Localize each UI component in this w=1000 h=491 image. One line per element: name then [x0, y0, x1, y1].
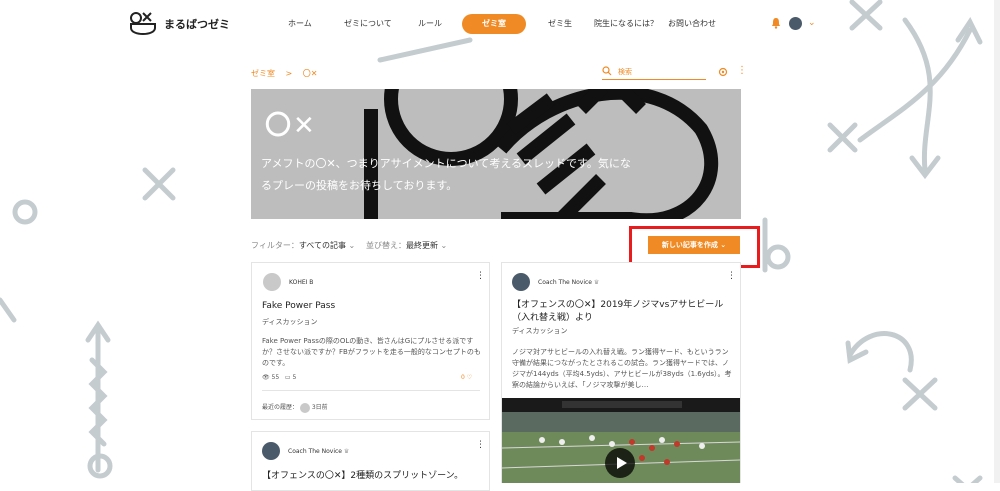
- likes-count: 0: [461, 374, 465, 381]
- site-header: まるばつゼミ ホーム ゼミについて ルール ゼミ室 ゼミ生 院生になるには？ お…: [0, 0, 1000, 48]
- like-control[interactable]: 0 ♡: [461, 374, 472, 381]
- breadcrumb-separator: >: [285, 69, 293, 78]
- filter-label: フィルター：: [251, 241, 299, 250]
- author-avatar[interactable]: [263, 273, 281, 291]
- background-doodles: [0, 0, 983, 483]
- site-logo[interactable]: [128, 8, 158, 38]
- page-scrollbar[interactable]: [994, 0, 1000, 483]
- breadcrumb-root[interactable]: ゼミ室: [251, 69, 275, 78]
- post-title[interactable]: 【オフェンスの〇✕】2種類のスプリットゾーン。: [262, 470, 463, 483]
- search-icon: [602, 66, 612, 76]
- post-title[interactable]: Fake Power Pass: [262, 300, 335, 313]
- search-input[interactable]: 検索: [602, 64, 706, 80]
- post-author-name[interactable]: Coach The Novice: [288, 448, 342, 455]
- post-category[interactable]: ディスカッション: [262, 317, 318, 327]
- chevron-down-icon: ⌄: [440, 241, 448, 250]
- post-excerpt: ノジマ対アサヒビールの入れ替え戦。ラン獲得ヤード、もというラン守備が結果につなが…: [512, 348, 732, 389]
- post-card[interactable]: Coach The Novice ♛ ⋮ 【オフェンスの〇✕】2種類のスプリット…: [251, 431, 490, 491]
- heart-icon[interactable]: ♡: [467, 374, 472, 381]
- nav-graduate[interactable]: 院生になるには？: [594, 14, 658, 34]
- post-category[interactable]: ディスカッション: [512, 326, 568, 336]
- hero-description: アメフトの〇✕、つまりアサイメントについて考えるスレッドです。気になるプレーの投…: [261, 157, 631, 192]
- breadcrumb-current: 〇✕: [302, 69, 318, 78]
- more-options-icon[interactable]: ⋮: [737, 66, 747, 76]
- breadcrumb: ゼミ室 > 〇✕: [251, 68, 326, 79]
- activity-avatar[interactable]: [299, 402, 310, 413]
- activity-time: 3日前: [311, 404, 328, 411]
- crown-icon: ♛: [343, 448, 350, 455]
- chevron-down-icon[interactable]: ⌄: [808, 18, 816, 28]
- hero-banner: 〇✕ アメフトの〇✕、つまりアサイメントについて考えるスレッドです。気になるプレ…: [251, 89, 741, 219]
- user-avatar[interactable]: [789, 17, 802, 30]
- filter-value[interactable]: すべての記事: [299, 241, 346, 250]
- brand-name[interactable]: まるばつゼミ: [164, 16, 230, 32]
- nav-members[interactable]: ゼミ生: [548, 14, 572, 34]
- activity-label: 最近の履歴：: [262, 404, 299, 411]
- filter-dropdown[interactable]: フィルター：すべての記事 ⌄: [251, 240, 355, 251]
- post-author[interactable]: Coach The Novice ♛: [288, 448, 349, 455]
- search-placeholder: 検索: [618, 68, 632, 76]
- post-video-thumbnail[interactable]: [502, 398, 740, 483]
- post-author[interactable]: KOHEI B: [289, 279, 313, 286]
- sort-value[interactable]: 最終更新: [406, 241, 438, 250]
- post-card[interactable]: KOHEI B ⋮ Fake Power Pass ディスカッション Fake …: [251, 262, 490, 420]
- post-author-name[interactable]: Coach The Novice: [538, 279, 592, 286]
- nav-home[interactable]: ホーム: [288, 14, 312, 34]
- post-menu-icon[interactable]: ⋮: [476, 271, 485, 281]
- post-title[interactable]: 【オフェンスの〇✕】2019年ノジマvsアサヒビール（入れ替え戦）より: [512, 299, 734, 325]
- comment-icon: ▭: [284, 374, 291, 381]
- gear-icon[interactable]: [718, 67, 728, 77]
- post-author[interactable]: Coach The Novice ♛: [538, 279, 599, 286]
- comments-count: 5: [292, 374, 297, 381]
- hero-title: 〇✕: [265, 111, 317, 141]
- play-button[interactable]: [605, 448, 635, 478]
- chevron-down-icon: ⌄: [348, 241, 356, 250]
- post-menu-icon[interactable]: ⋮: [727, 271, 736, 281]
- nav-about[interactable]: ゼミについて: [344, 14, 392, 34]
- divider: [262, 390, 480, 391]
- eye-icon: 👁: [262, 374, 270, 381]
- views-count: 55: [271, 374, 280, 381]
- sort-dropdown[interactable]: 並び替え：最終更新 ⌄: [366, 240, 447, 251]
- crown-icon: ♛: [593, 279, 600, 286]
- nav-contact[interactable]: お問い合わせ: [668, 14, 716, 34]
- post-excerpt: Fake Power Passの際のOLの動き、皆さんはGにプルさせる派ですか？…: [262, 337, 481, 367]
- recent-activity: 最近の履歴： 3日前: [262, 402, 328, 413]
- notification-bell-icon[interactable]: [771, 17, 781, 29]
- nav-seminar-room[interactable]: ゼミ室: [462, 14, 526, 34]
- author-avatar[interactable]: [512, 273, 530, 291]
- post-stats: 👁 55 ▭ 5: [262, 374, 296, 381]
- post-menu-icon[interactable]: ⋮: [476, 440, 485, 450]
- nav-rules[interactable]: ルール: [418, 14, 442, 34]
- sort-label: 並び替え：: [366, 241, 406, 250]
- author-avatar[interactable]: [262, 442, 280, 460]
